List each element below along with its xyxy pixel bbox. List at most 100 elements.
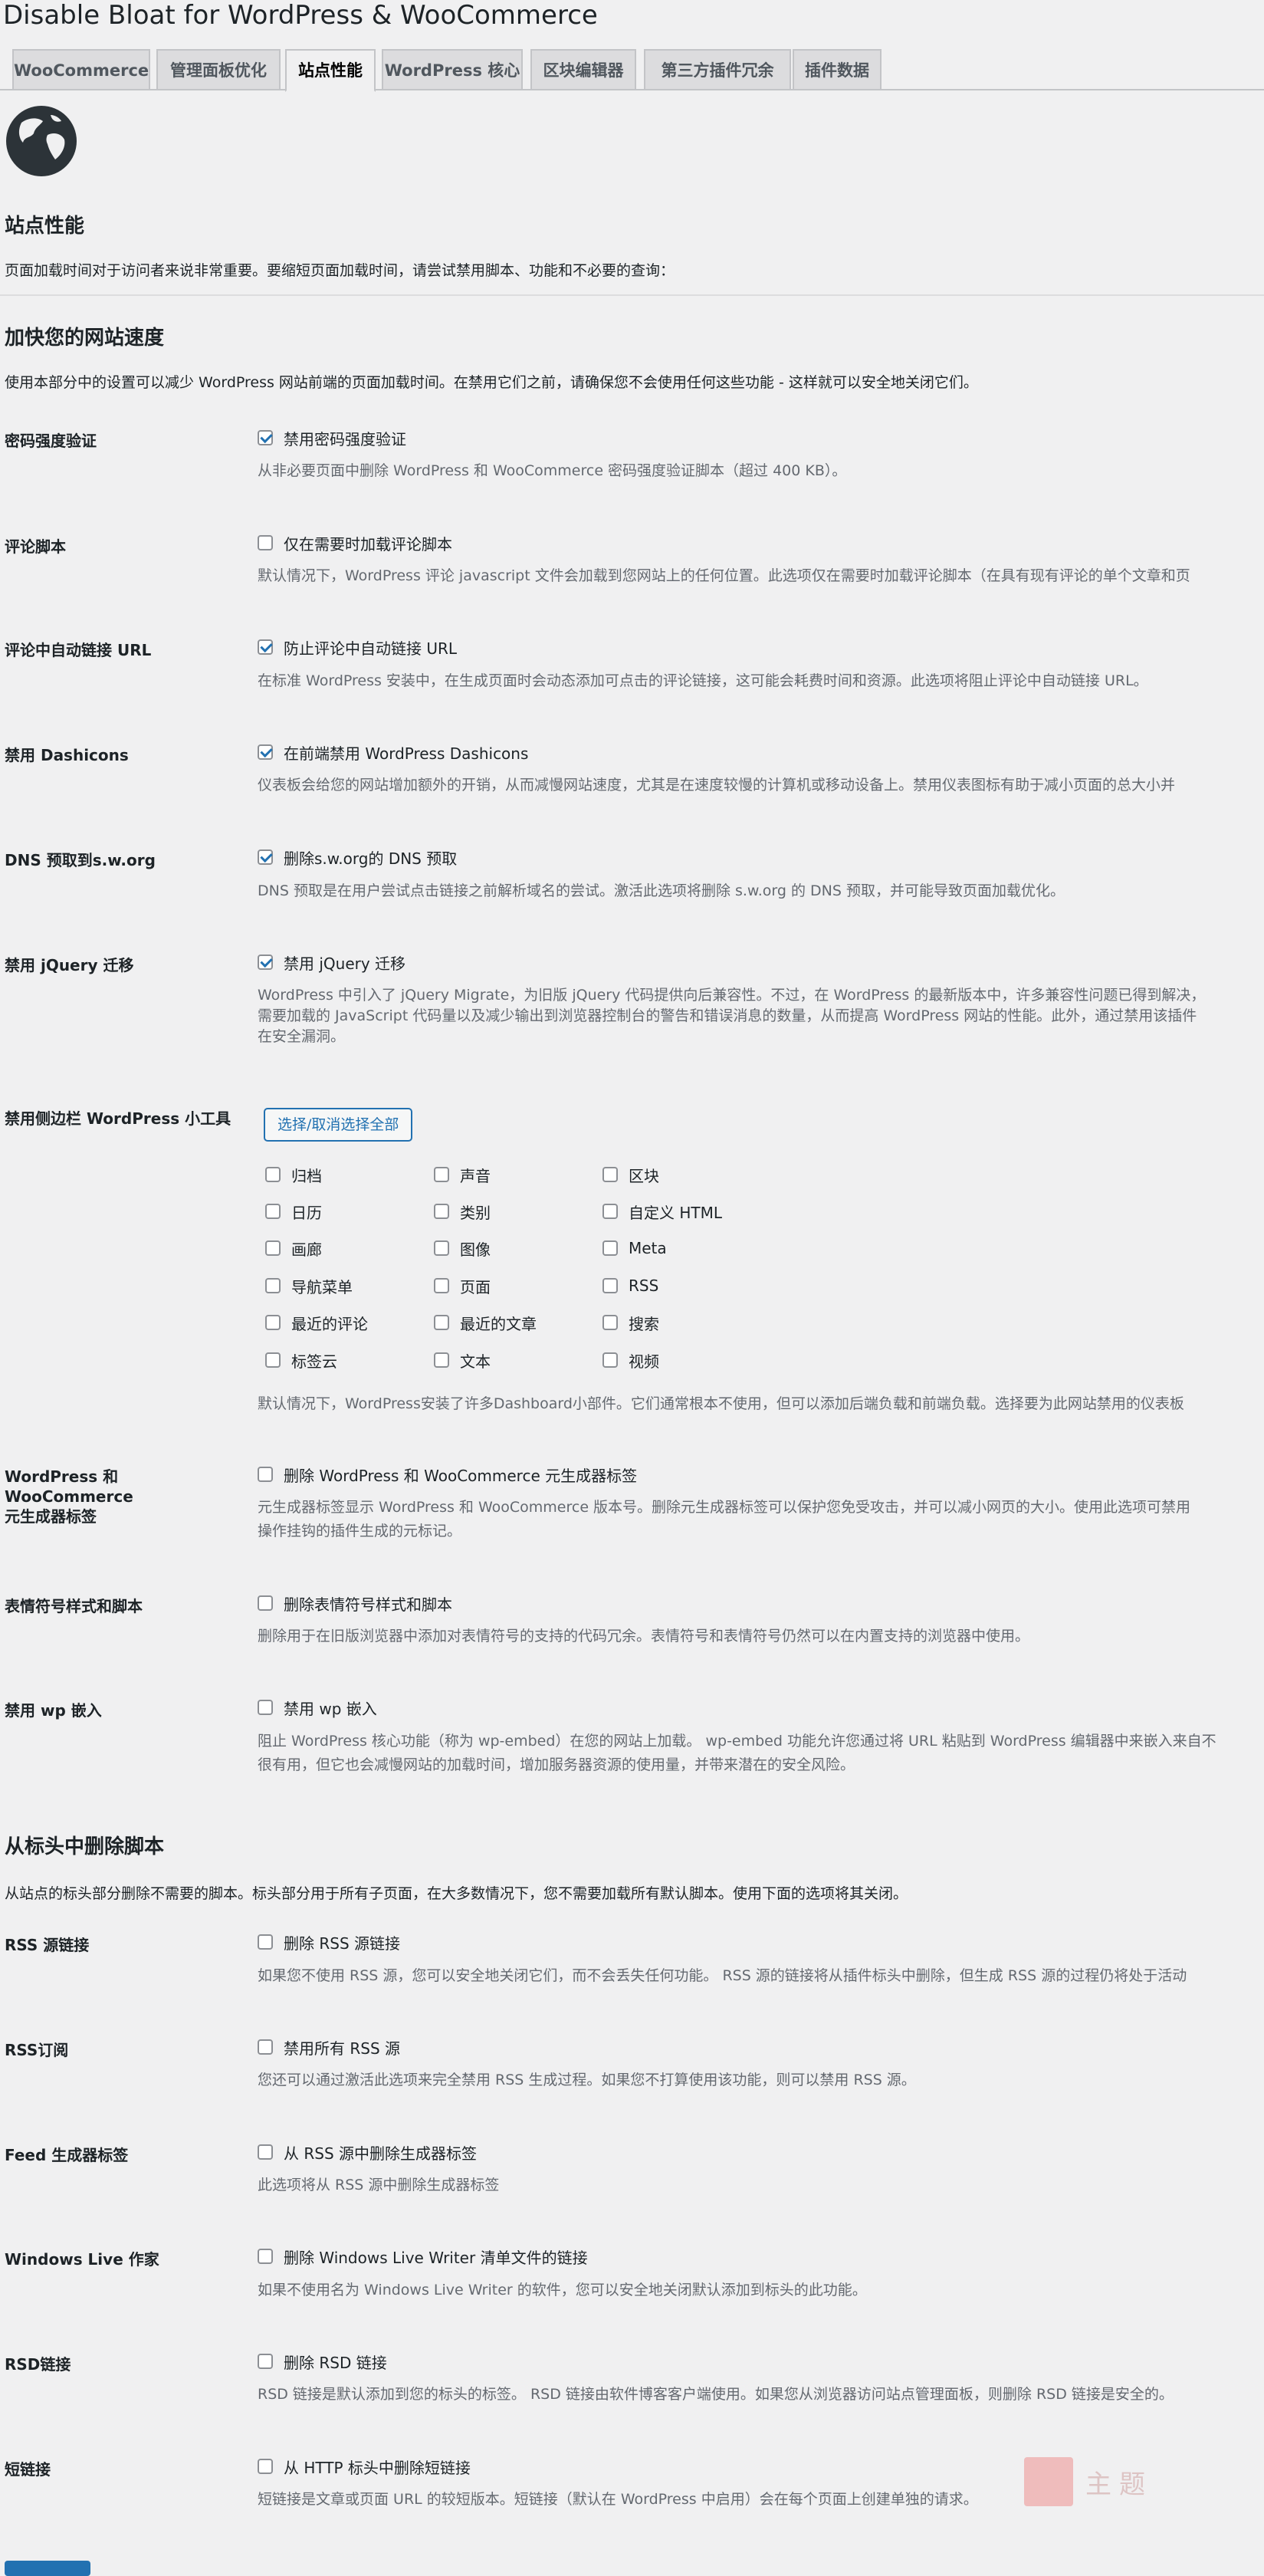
widget-text[interactable]: 文本 [434,1349,491,1371]
option-remove-shortlink[interactable]: 从 HTTP 标头中删除短链接 [258,2456,471,2477]
checkbox-unchecked[interactable] [258,1595,273,1611]
tab-woocommerce[interactable]: WooCommerce [12,49,150,89]
checkbox[interactable] [265,1204,281,1219]
checkbox[interactable] [265,1315,281,1330]
checkbox[interactable] [602,1204,618,1219]
widget-audio[interactable]: 声音 [434,1164,491,1185]
tab-site-performance[interactable]: 站点性能 [285,49,376,92]
widget-calendar[interactable]: 日历 [265,1201,322,1222]
checkbox-checked[interactable] [258,744,273,760]
checkbox-unchecked[interactable] [258,1934,273,1950]
checkbox-unchecked[interactable] [258,2354,273,2369]
widget-pages[interactable]: 页面 [434,1275,491,1296]
checkbox-unchecked[interactable] [258,2459,273,2474]
checkbox[interactable] [602,1352,618,1368]
help-jquery-line1: WordPress 中引入了 jQuery Migrate，为旧版 jQuery… [258,987,1206,1004]
row-label-comment-script: 评论脚本 [5,537,66,556]
widget-recent-posts[interactable]: 最近的文章 [434,1312,537,1333]
option-remove-rsd-link[interactable]: 删除 RSD 链接 [258,2351,387,2372]
checkbox[interactable] [602,1315,618,1330]
widget-nav-menu[interactable]: 导航菜单 [265,1275,353,1296]
row-label-rsd-link: RSD链接 [5,2355,71,2374]
watermark-logo-icon [1024,2457,1073,2506]
help-rsd-link: RSD 链接是默认添加到您的标头的标签。 RSD 链接由软件博客客户端使用。如果… [258,2386,1174,2403]
widget-recent-comments[interactable]: 最近的评论 [265,1312,368,1333]
widget-block[interactable]: 区块 [602,1164,659,1185]
widget-categories[interactable]: 类别 [434,1201,491,1222]
checkbox[interactable] [265,1352,281,1368]
widget-video[interactable]: 视频 [602,1349,659,1371]
option-label: 禁用所有 RSS 源 [284,2039,401,2058]
tab-third-party[interactable]: 第三方插件冗余 [644,49,791,89]
help-rss-subscription: 您还可以通过激活此选项来完全禁用 RSS 生成过程。如果您不打算使用该功能，则可… [258,2072,916,2088]
checkbox-unchecked[interactable] [258,1467,273,1482]
checkbox-checked[interactable] [258,849,273,865]
checkbox-unchecked[interactable] [258,2144,273,2160]
widget-label: 日历 [291,1203,322,1222]
widget-label: 视频 [629,1352,659,1371]
checkbox[interactable] [602,1240,618,1256]
checkbox[interactable] [602,1167,618,1182]
checkbox-unchecked[interactable] [258,2039,273,2055]
option-label: 删除 Windows Live Writer 清单文件的链接 [284,2248,588,2267]
widget-label: 归档 [291,1166,322,1185]
widget-archives[interactable]: 归档 [265,1164,322,1185]
checkbox[interactable] [434,1204,449,1219]
select-all-widgets-button[interactable]: 选择/取消选择全部 [264,1108,413,1142]
row-label-jquery-migrate: 禁用 jQuery 迁移 [5,956,134,974]
option-remove-rss-link[interactable]: 删除 RSS 源链接 [258,1931,400,1953]
checkbox-unchecked[interactable] [258,1700,273,1715]
option-disable-dashicons[interactable]: 在前端禁用 WordPress Dashicons [258,741,528,763]
checkbox[interactable] [434,1167,449,1182]
widget-label: 标签云 [291,1352,337,1371]
option-disable-jquery-migrate[interactable]: 禁用 jQuery 迁移 [258,951,405,973]
widget-label: 画廊 [291,1240,322,1259]
option-label: 删除表情符号样式和脚本 [284,1595,452,1614]
checkbox-unchecked[interactable] [258,2249,273,2264]
widget-meta[interactable]: Meta [602,1237,667,1259]
option-label: 从 RSS 源中删除生成器标签 [284,2144,478,2163]
checkbox[interactable] [434,1315,449,1330]
checkbox[interactable] [602,1278,618,1293]
option-remove-emoji[interactable]: 删除表情符号样式和脚本 [258,1592,452,1614]
widget-image[interactable]: 图像 [434,1237,491,1259]
tab-wordpress-core[interactable]: WordPress 核心 [382,49,523,89]
checkbox[interactable] [434,1352,449,1368]
option-remove-dns-prefetch[interactable]: 删除s.w.org的 DNS 预取 [258,846,457,868]
option-remove-feed-generator[interactable]: 从 RSS 源中删除生成器标签 [258,2141,477,2163]
widget-search[interactable]: 搜索 [602,1312,659,1333]
option-remove-generator-tag[interactable]: 删除 WordPress 和 WooCommerce 元生成器标签 [258,1464,637,1485]
widget-gallery[interactable]: 画廊 [265,1237,322,1259]
section-description: 页面加载时间对于访问者来说非常重要。要缩短页面加载时间，请尝试禁用脚本、功能和不… [5,262,675,279]
help-generator-line1: 元生成器标签显示 WordPress 和 WooCommerce 版本号。删除元… [258,1499,1191,1516]
checkbox[interactable] [434,1278,449,1293]
widget-custom-html[interactable]: 自定义 HTML [602,1201,722,1222]
option-load-comment-script[interactable]: 仅在需要时加载评论脚本 [258,532,452,554]
checkbox-unchecked[interactable] [258,535,273,550]
widget-tag-cloud[interactable]: 标签云 [265,1349,337,1371]
row-label-autolink-url: 评论中自动链接 URL [5,641,152,659]
row-label-rss-link: RSS 源链接 [5,1936,90,1954]
tab-plugin-data[interactable]: 插件数据 [793,49,882,89]
option-disable-rss-feeds[interactable]: 禁用所有 RSS 源 [258,2036,400,2058]
widget-rss[interactable]: RSS [602,1275,658,1296]
checkbox[interactable] [265,1278,281,1293]
tab-admin-optimization[interactable]: 管理面板优化 [156,49,281,89]
checkbox-checked[interactable] [258,955,273,970]
option-prevent-autolink[interactable]: 防止评论中自动链接 URL [258,636,457,658]
row-label-emoji: 表情符号样式和脚本 [5,1597,143,1615]
checkbox[interactable] [265,1240,281,1256]
checkbox-checked[interactable] [258,430,273,445]
checkbox-checked[interactable] [258,639,273,655]
option-disable-wp-embed[interactable]: 禁用 wp 嵌入 [258,1697,377,1718]
tab-block-editor[interactable]: 区块编辑器 [530,49,636,89]
widget-label: 类别 [460,1203,491,1222]
help-dns-prefetch: DNS 预取是在用户尝试点击链接之前解析域名的尝试。激活此选项将删除 s.w.o… [258,882,1065,899]
header-section-title: 从标头中删除脚本 [5,1835,165,1858]
option-remove-wlw-manifest[interactable]: 删除 Windows Live Writer 清单文件的链接 [258,2246,588,2267]
checkbox[interactable] [265,1167,281,1182]
save-changes-button[interactable] [5,2561,90,2576]
checkbox[interactable] [434,1240,449,1256]
help-jquery-line2: 需要加载的 JavaScript 代码量以及减少输出到浏览器控制台的警告和错误消… [258,1007,1197,1024]
option-disable-password-strength[interactable]: 禁用密码强度验证 [258,427,406,449]
